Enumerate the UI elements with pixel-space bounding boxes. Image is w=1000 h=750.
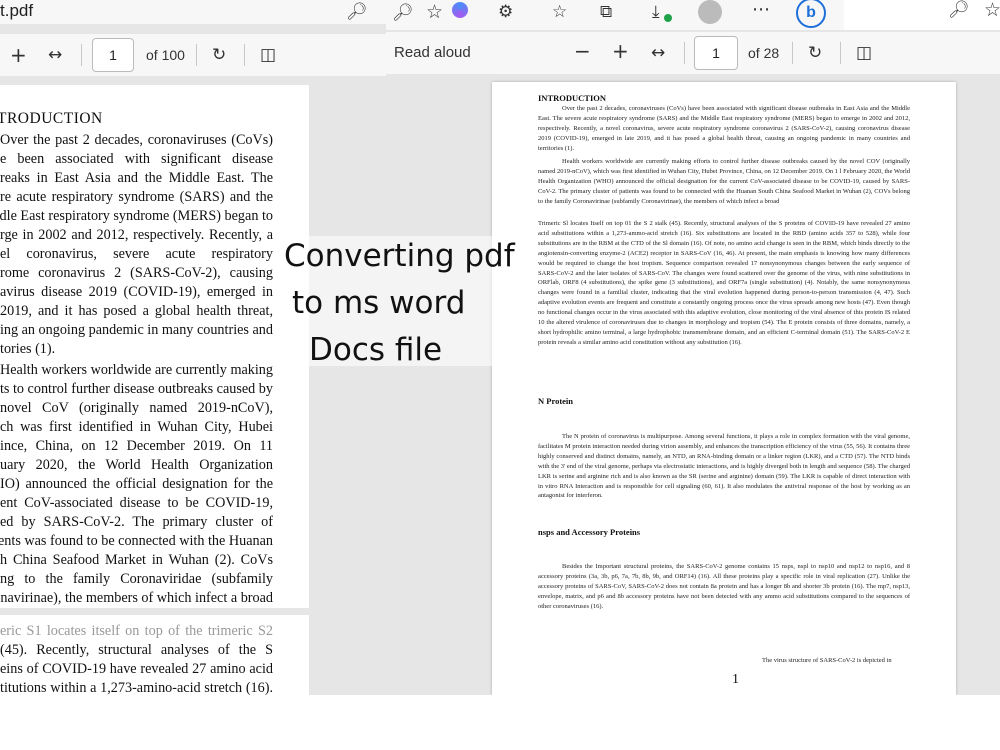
page-text-line: eins of COVID-19 have revealed 27 amino … xyxy=(0,661,273,677)
page-text-line: Health workers worldwide are currently m… xyxy=(0,362,273,378)
page-text-line: h China Seafood Market in Wuhan (2). CoV… xyxy=(0,552,273,568)
caption-line-2: to ms word xyxy=(292,285,466,321)
left-pdf-page: TRODUCTION Over the past 2 decades, coro… xyxy=(0,85,309,608)
left-tab-title[interactable]: t.pdf xyxy=(0,1,33,21)
page-text-line: ing an ongoing pandemic in many countrie… xyxy=(0,322,273,338)
zoom-icon[interactable]: 🔎︎ xyxy=(346,2,368,22)
page-text-line: eric S1 locates itself on top of the tri… xyxy=(0,623,273,639)
page-text-line: titutions within a 1,273-amino-acid stre… xyxy=(0,680,273,695)
intro-paragraph-2: Health workers worldwide are currently m… xyxy=(538,158,910,205)
page-text-line: (45). Recently, structural analyses of t… xyxy=(0,642,273,658)
read-aloud-button[interactable]: Read aloud xyxy=(394,44,471,61)
right-pdf-page: INTRODUCTION Over the past 2 decades, co… xyxy=(492,82,956,695)
adjacent-window-edge xyxy=(844,0,1000,30)
page-number: 1 xyxy=(732,672,739,687)
downloads-icon[interactable]: ⤓ xyxy=(652,2,660,22)
heading-nsps: nsps and Accessory Proteins xyxy=(538,527,641,537)
toolbar-divider xyxy=(81,44,82,66)
zoom-icon[interactable]: 🔎︎ xyxy=(948,0,970,20)
extension-icon[interactable] xyxy=(452,2,468,18)
page-text-line: rome coronavirus 2 (SARS-CoV-2), causing xyxy=(0,265,273,281)
intro-paragraph-1: Over the past 2 decades, coronaviruses (… xyxy=(538,105,910,152)
page-view-icon[interactable]: ◫ xyxy=(856,43,872,63)
page-text-line: reaks in East Asia and the Middle East. … xyxy=(0,170,273,186)
caption-line-1: Converting pdf xyxy=(284,238,515,274)
page-text-line: ng to the family Coronaviridae (subfamil… xyxy=(0,571,273,587)
toolbar-divider xyxy=(196,44,197,66)
page-text-line: novel CoV (originally named 2019-nCoV), xyxy=(0,400,273,416)
nsps-paragraph: Besides the Important structural protein… xyxy=(538,563,910,610)
right-pdf-toolbar: Read aloud − + ↔ 1 of 28 ↻ ◫ xyxy=(386,32,1000,74)
page-heading: TRODUCTION xyxy=(0,110,103,127)
rotate-icon[interactable]: ↻ xyxy=(808,43,822,63)
fit-width-icon[interactable]: ↔ xyxy=(651,43,665,63)
left-pdf-page-2: eric S1 locates itself on top of the tri… xyxy=(0,615,309,695)
toolbar-divider xyxy=(244,44,245,66)
zoom-in-icon[interactable]: + xyxy=(10,45,27,65)
toolbar-divider xyxy=(840,42,841,64)
page-text-line: ent CoV-associated disease to be COVID-1… xyxy=(0,495,273,511)
page-text-line: tories (1). xyxy=(0,341,56,357)
puzzle-extensions-icon[interactable]: ⚙ xyxy=(498,2,513,22)
page-total: of 28 xyxy=(748,45,780,61)
page-number-input[interactable]: 1 xyxy=(694,36,738,70)
bottom-blank-area xyxy=(0,695,1000,750)
page-text-line: ents was found to be connected with the … xyxy=(0,533,273,549)
page-text-line: IO) announced the official designation f… xyxy=(0,476,273,492)
zoom-in-icon[interactable]: + xyxy=(612,41,629,61)
n-protein-paragraph: The N protein of coronavirus is multipur… xyxy=(538,433,910,500)
browser-toolbar: 🔎︎ ☆ ⚙ ☆ ⧉ ⤓ ⋯ b 🔎︎ ☆ xyxy=(386,0,1000,30)
left-pdf-toolbar: + ↔ 1 of 100 ↻ ◫ xyxy=(0,34,386,76)
page-text-line: Over the past 2 decades, coronaviruses (… xyxy=(0,132,273,148)
page-text-line: 2019, and it has posed a global health t… xyxy=(0,303,273,319)
page-total: of 100 xyxy=(146,47,185,63)
more-menu-icon[interactable]: ⋯ xyxy=(752,0,770,20)
toolbar-divider xyxy=(684,42,685,64)
page-text-line: avirus disease 2019 (COVID-19), emerged … xyxy=(0,284,273,300)
page-text-line: ince, China, on 12 December 2019. On 11 xyxy=(0,438,273,454)
page-number-input[interactable]: 1 xyxy=(92,38,134,72)
page-text-line: e been associated with significant disea… xyxy=(0,151,273,167)
left-title-bar: t.pdf 🔎︎ xyxy=(0,0,386,24)
page-text-line: uary 2020, the World Health Organization xyxy=(0,457,273,473)
page-text-line: dle East respiratory syndrome (MERS) beg… xyxy=(0,208,273,224)
favorite-star-icon[interactable]: ☆ xyxy=(984,0,1000,20)
page-text-line: ed by SARS-CoV-2. The primary cluster of xyxy=(0,514,273,530)
zoom-icon[interactable]: 🔎︎ xyxy=(392,3,414,23)
page-text-line: onavirinae), the members of which infect… xyxy=(0,590,273,606)
favorite-star-icon[interactable]: ☆ xyxy=(426,2,443,22)
caption-line-3: Docs file xyxy=(309,332,443,368)
page-text-line: ch was first identified in Wuhan City, H… xyxy=(0,419,273,435)
heading-n-protein: N Protein xyxy=(538,396,574,406)
toolbar-divider xyxy=(792,42,793,64)
download-complete-badge xyxy=(664,14,672,22)
page-text-line: rge in 2002 and 2012, respectively. Rece… xyxy=(0,227,273,243)
zoom-out-icon[interactable]: − xyxy=(574,41,591,61)
profile-avatar[interactable] xyxy=(698,0,722,24)
intro-paragraph-3: Trimeric Sl locates Itself on top 01 the… xyxy=(538,220,910,346)
favorites-icon[interactable]: ☆ xyxy=(552,2,567,22)
heading-introduction: INTRODUCTION xyxy=(538,93,607,103)
page-text-line: el coronavirus, severe acute respiratory xyxy=(0,246,273,262)
fit-width-icon[interactable]: ↔ xyxy=(48,45,62,65)
page-view-icon[interactable]: ◫ xyxy=(260,45,276,65)
page-text-line: re acute respiratory syndrome (SARS) and… xyxy=(0,189,273,205)
page-text-line: rts to control further disease outbreaks… xyxy=(0,381,273,397)
footer-text: The virus structure of SARS-CoV-2 is dep… xyxy=(762,657,892,664)
collections-icon[interactable]: ⧉ xyxy=(600,2,612,22)
bing-chat-icon[interactable]: b xyxy=(796,0,826,28)
rotate-icon[interactable]: ↻ xyxy=(212,45,226,65)
